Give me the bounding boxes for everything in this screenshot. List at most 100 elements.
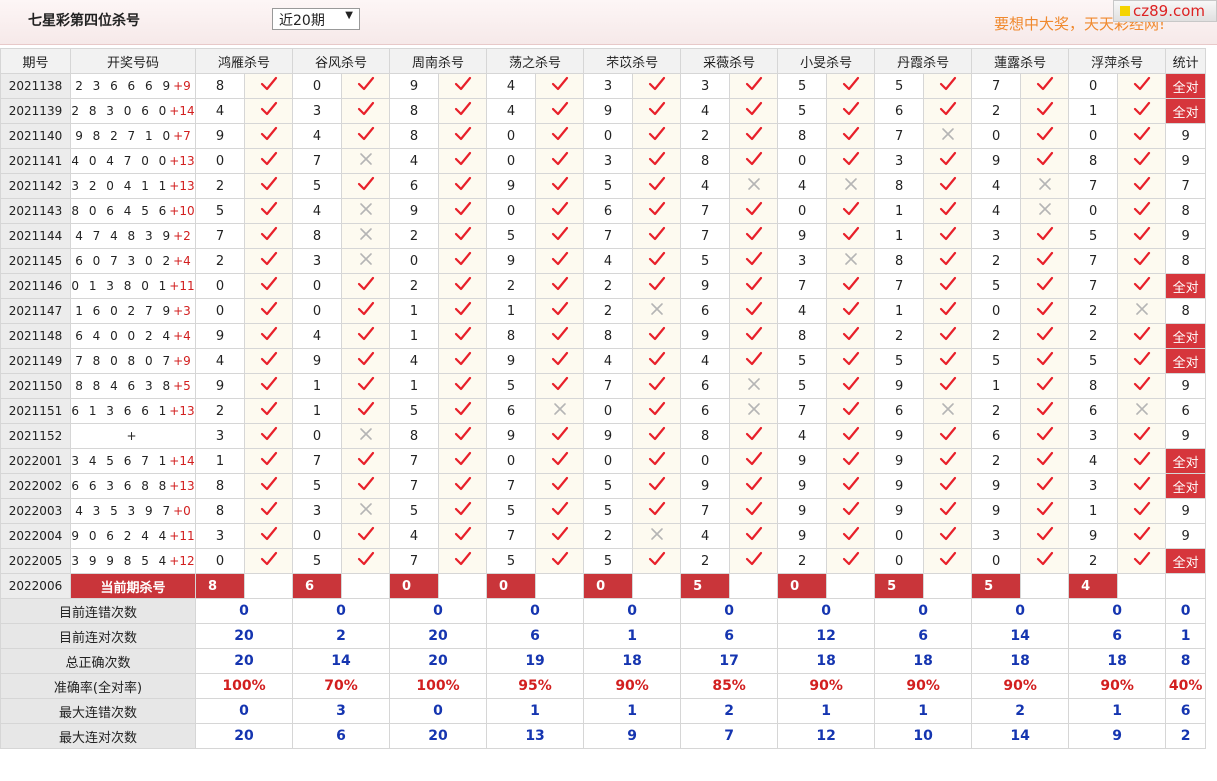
current-kill-number: 0 (486, 573, 537, 599)
result-cell (535, 348, 585, 374)
result-cell (243, 73, 294, 99)
result-cell (826, 148, 876, 174)
result-cell (243, 123, 294, 149)
kill-number-cell: 6 (1068, 398, 1119, 424)
draw-digits: 7 8 0 8 0 7 (75, 354, 174, 368)
kill-number-cell: 7 (680, 198, 731, 224)
summary-value: 13 (486, 723, 585, 749)
summary-value: 18 (971, 648, 1070, 674)
check-icon (648, 501, 666, 521)
draw-extra: +9 (173, 79, 191, 93)
check-icon (1036, 526, 1054, 546)
check-icon (648, 426, 666, 446)
check-icon (454, 526, 472, 546)
result-cell (341, 123, 391, 149)
kill-number-cell: 0 (971, 123, 1022, 149)
issue-cell: 2021152 (0, 423, 71, 449)
result-cell (1117, 423, 1167, 449)
check-icon (1036, 351, 1054, 371)
col-header-expert: 浮萍杀号 (1068, 48, 1167, 74)
kill-number-cell: 0 (680, 448, 731, 474)
check-icon (454, 426, 472, 446)
check-icon (260, 126, 278, 146)
table-row: 2021143 8 0 6 4 5 6+10 5 4 9 0 6 7 0 1 4 0 8 (0, 198, 1207, 224)
summary-value: 1 (486, 698, 585, 724)
check-icon (357, 351, 375, 371)
summary-value: 12 (777, 723, 876, 749)
table-row: 2021146 0 1 3 8 0 1+11 0 0 2 2 2 9 7 7 5 7 全对 (0, 273, 1207, 299)
summary-value: 14 (292, 648, 391, 674)
summary-stat-value: 0 (1165, 598, 1207, 624)
draw-number-cell: 8 0 6 4 5 6+10 (70, 198, 196, 224)
result-cell (1117, 273, 1167, 299)
kill-number-cell: 5 (583, 498, 634, 524)
kill-number-cell: 2 (1068, 298, 1119, 324)
kill-number-cell: 7 (389, 548, 440, 574)
kill-number-cell: 2 (486, 273, 537, 299)
current-empty-cell (1117, 573, 1167, 599)
result-cell (729, 273, 779, 299)
result-cell (438, 98, 488, 124)
kill-number-cell: 0 (486, 448, 537, 474)
result-cell (632, 273, 682, 299)
issue-cell: 2021145 (0, 248, 71, 274)
check-icon (1036, 251, 1054, 271)
check-icon (939, 476, 957, 496)
result-cell (535, 98, 585, 124)
result-cell (826, 273, 876, 299)
draw-number-cell: 4 0 4 7 0 0+13 (70, 148, 196, 174)
stat-cell: 9 (1165, 223, 1207, 249)
summary-value: 17 (680, 648, 779, 674)
check-icon (454, 126, 472, 146)
result-cell (632, 473, 682, 499)
site-logo[interactable]: cz89.com (1113, 0, 1217, 22)
cross-icon (843, 251, 859, 271)
kill-number-cell: 3 (583, 148, 634, 174)
draw-extra: +13 (169, 154, 195, 168)
summary-value: 1 (777, 698, 876, 724)
check-icon (939, 526, 957, 546)
kill-number-cell: 3 (680, 73, 731, 99)
kill-number-cell: 4 (583, 348, 634, 374)
kill-number-cell: 9 (777, 223, 828, 249)
check-icon (1036, 476, 1054, 496)
check-icon (260, 526, 278, 546)
check-icon (260, 376, 278, 396)
result-cell (535, 248, 585, 274)
check-icon (551, 176, 569, 196)
kill-number-cell: 7 (874, 123, 925, 149)
kill-number-cell: 8 (1068, 148, 1119, 174)
kill-number-cell: 2 (971, 323, 1022, 349)
result-cell (826, 473, 876, 499)
kill-number-cell: 0 (1068, 73, 1119, 99)
check-icon (260, 451, 278, 471)
check-icon (551, 476, 569, 496)
check-icon (1133, 426, 1151, 446)
kill-number-cell: 2 (971, 398, 1022, 424)
draw-digits: 4 0 4 7 0 0 (71, 154, 170, 168)
current-kill-number: 5 (680, 573, 731, 599)
check-icon (842, 426, 860, 446)
kill-number-cell: 6 (486, 398, 537, 424)
draw-extra: +4 (173, 254, 191, 268)
draw-number-cell: 2 3 6 6 6 9+9 (70, 73, 196, 99)
result-cell (1020, 448, 1070, 474)
issue-cell: 2021146 (0, 273, 71, 299)
kill-number-cell: 7 (389, 448, 440, 474)
check-icon (842, 276, 860, 296)
summary-value: 90% (874, 673, 973, 699)
period-select[interactable]: 近20期 ▼ (272, 8, 360, 30)
kill-number-cell: 5 (389, 498, 440, 524)
current-empty-cell (243, 573, 294, 599)
kill-number-cell: 9 (195, 323, 245, 349)
result-cell (243, 298, 294, 324)
result-cell (923, 298, 973, 324)
check-icon (551, 351, 569, 371)
draw-number-cell: 1 6 0 2 7 9+3 (70, 298, 196, 324)
check-icon (1036, 401, 1054, 421)
check-icon (551, 326, 569, 346)
check-icon (357, 476, 375, 496)
check-icon (551, 251, 569, 271)
check-icon (1133, 376, 1151, 396)
kill-number-cell: 3 (1068, 423, 1119, 449)
